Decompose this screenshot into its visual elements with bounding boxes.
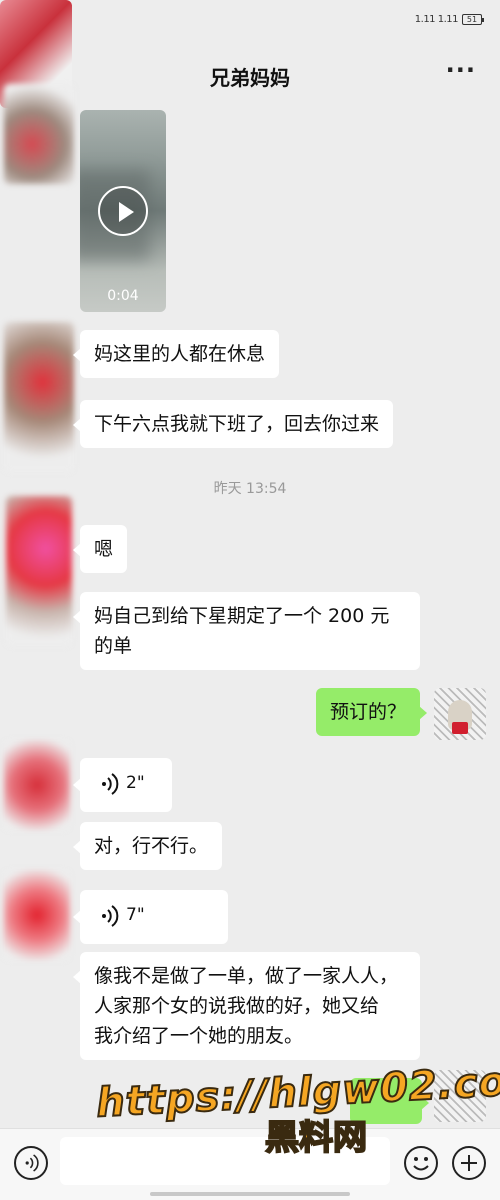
chat-title: 兄弟妈妈 bbox=[210, 66, 290, 90]
video-message[interactable]: 0:04 bbox=[80, 110, 166, 312]
chat-header: 兄弟妈妈 ··· bbox=[0, 52, 500, 96]
message-bubble[interactable]: 妈自己到给下星期定了一个 200 元 的单 bbox=[73, 592, 420, 670]
message-line: 的单 bbox=[94, 635, 133, 657]
voice-duration: 2" bbox=[126, 773, 145, 793]
message-line: 人家那个女的说我做的好，她又给 bbox=[94, 995, 380, 1017]
voice-mode-icon[interactable] bbox=[14, 1146, 48, 1180]
message-bubble[interactable]: 下午六点我就下班了，回去你过来 bbox=[72, 400, 394, 448]
my-avatar[interactable] bbox=[434, 1070, 486, 1122]
my-avatar[interactable] bbox=[434, 688, 486, 740]
contact-avatar[interactable] bbox=[4, 740, 70, 830]
message-input[interactable] bbox=[60, 1137, 390, 1185]
more-icon[interactable]: ··· bbox=[446, 56, 476, 84]
my-message-bubble[interactable]: 预订的？ bbox=[316, 688, 428, 736]
status-bar: 1.11 1.11 51 bbox=[0, 0, 500, 40]
cat-shirt-icon bbox=[452, 722, 468, 734]
emoji-icon[interactable] bbox=[404, 1146, 438, 1180]
message-bubble[interactable]: 嗯 bbox=[72, 525, 128, 573]
message-bubble[interactable]: 妈这里的人都在休息 bbox=[72, 330, 280, 378]
message-line: 像我不是做了一单，做了一家人人， bbox=[94, 965, 399, 987]
video-duration: 0:04 bbox=[107, 288, 139, 304]
message-bubble[interactable]: 对，行不行。 bbox=[72, 822, 223, 870]
message-timestamp: 昨天 13:54 bbox=[213, 481, 287, 497]
message-bubble[interactable]: 像我不是做了一单，做了一家人人， 人家那个女的说我做的好，她又给 我介绍了一个她… bbox=[73, 952, 420, 1060]
message-line: 妈自己到给下星期定了一个 200 元 bbox=[94, 605, 390, 627]
voice-message[interactable]: 7" bbox=[73, 890, 228, 944]
battery-icon: 51 bbox=[462, 14, 484, 25]
contact-avatar[interactable] bbox=[4, 870, 70, 960]
voice-wave-icon bbox=[102, 905, 119, 927]
voice-wave-icon bbox=[102, 773, 119, 795]
plus-icon[interactable] bbox=[452, 1146, 486, 1180]
my-message-bubble[interactable] bbox=[350, 1078, 429, 1124]
voice-wave-icon bbox=[25, 1154, 39, 1172]
voice-duration: 7" bbox=[126, 905, 145, 925]
play-icon[interactable] bbox=[98, 186, 148, 236]
voice-message[interactable]: 2" bbox=[73, 758, 172, 812]
home-indicator bbox=[150, 1192, 350, 1196]
signal-indicator: 1.11 1.11 bbox=[414, 14, 459, 25]
contact-avatar[interactable] bbox=[4, 322, 74, 472]
message-line: 我介绍了一个她的朋友。 bbox=[94, 1025, 304, 1047]
contact-avatar[interactable] bbox=[6, 496, 72, 646]
contact-avatar[interactable] bbox=[4, 84, 74, 184]
